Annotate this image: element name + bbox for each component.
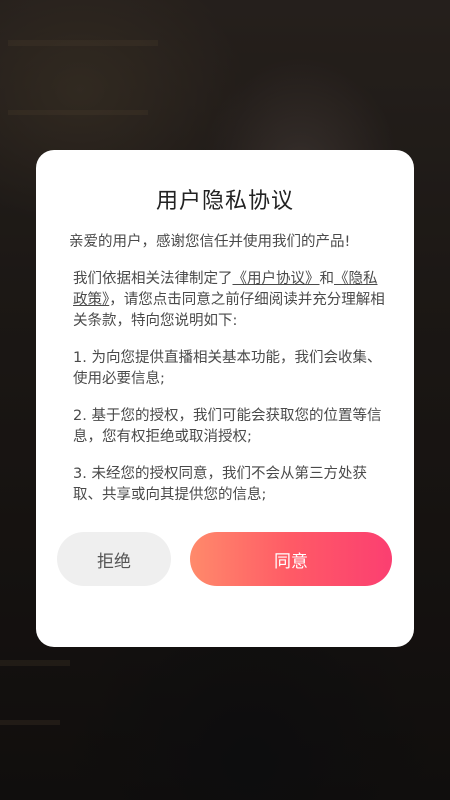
privacy-agreement-dialog: 用户隐私协议 亲爱的用户，感谢您信任并使用我们的产品! 我们依据相关法律制定了《… xyxy=(36,150,414,647)
agreement-content: 亲爱的用户，感谢您信任并使用我们的产品! 我们依据相关法律制定了《用户协议》和《… xyxy=(69,232,388,522)
user-agreement-link[interactable]: 《用户协议》 xyxy=(233,271,320,287)
notice-item-3: 3. 未经您的授权同意，我们不会从第三方处获取、共享或向其提供您的信息; xyxy=(73,466,367,503)
dialog-title: 用户隐私协议 xyxy=(155,189,294,214)
reject-button[interactable]: 拒绝 xyxy=(57,532,171,586)
intro-suffix-text: ，请您点击同意之前仔细阅读并充分理解相关条款，特向您说明如下: xyxy=(73,292,385,329)
notice-item-1: 1. 为向您提供直播相关基本功能，我们会收集、使用必要信息; xyxy=(73,350,382,387)
intro-prefix-text: 我们依据相关法律制定了 xyxy=(73,271,233,287)
intro-and-text: 和 xyxy=(319,271,335,287)
notice-item-2: 2. 基于您的授权，我们可能会获取您的位置等信息，您有权拒绝或取消授权; xyxy=(73,408,382,445)
agree-button[interactable]: 同意 xyxy=(190,532,392,586)
intro-paragraph: 我们依据相关法律制定了《用户协议》和《隐私政策》，请您点击同意之前仔细阅读并充分… xyxy=(69,269,388,332)
greeting-text: 亲爱的用户，感谢您信任并使用我们的产品! xyxy=(69,234,351,250)
